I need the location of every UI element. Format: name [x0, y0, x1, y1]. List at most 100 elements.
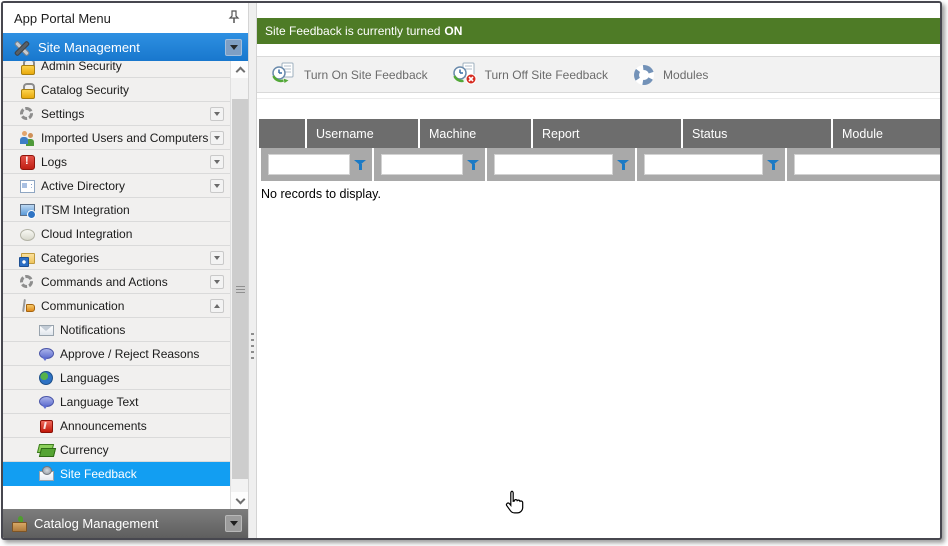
funnel-icon[interactable] — [767, 159, 779, 171]
currency-notes-icon — [38, 442, 54, 458]
globe-icon — [38, 370, 54, 386]
chevron-up-icon[interactable] — [210, 299, 224, 313]
modules-button[interactable]: Modules — [628, 61, 712, 89]
username-filter-input[interactable] — [268, 154, 350, 175]
funnel-icon[interactable] — [617, 159, 629, 171]
sidebar-item-approve-reject-reasons[interactable]: Approve / Reject Reasons — [3, 342, 230, 366]
sidebar-item-label: Notifications — [60, 323, 125, 337]
sidebar-item-label: Cloud Integration — [41, 227, 132, 241]
chevron-down-icon[interactable] — [210, 107, 224, 121]
scroll-down-button[interactable] — [231, 492, 248, 509]
sidebar-item-cloud-integration[interactable]: Cloud Integration — [3, 222, 230, 246]
turn-on-site-feedback-button[interactable]: Turn On Site Feedback — [267, 59, 432, 90]
column-header-machine[interactable]: Machine — [420, 119, 531, 148]
empty-grid-message: No records to display. — [261, 187, 381, 201]
status-filter-input[interactable] — [644, 154, 763, 175]
sidebar-item-communication[interactable]: Communication — [3, 294, 230, 318]
funnel-icon[interactable] — [354, 159, 366, 171]
sidebar-item-site-feedback[interactable]: Site Feedback — [3, 462, 230, 486]
tools-icon — [11, 38, 31, 56]
gear-icon — [19, 274, 35, 290]
chevron-down-icon[interactable] — [210, 131, 224, 145]
toolbar-button-label: Turn On Site Feedback — [304, 68, 428, 82]
column-header-module[interactable]: Module — [833, 119, 940, 148]
feedback-on-icon — [271, 61, 297, 88]
module-filter-input[interactable] — [794, 154, 942, 175]
sidebar-item-label: Logs — [41, 155, 67, 169]
splitter-grip-icon — [251, 333, 254, 359]
log-alert-icon — [19, 154, 35, 170]
scrollbar-thumb[interactable] — [232, 99, 248, 479]
sidebar-item-language-text[interactable]: Language Text — [3, 390, 230, 414]
chevron-down-icon[interactable] — [210, 155, 224, 169]
sidebar-item-settings[interactable]: Settings — [3, 102, 230, 126]
sidebar-item-label: Catalog Security — [41, 83, 129, 97]
report-filter-input[interactable] — [494, 154, 613, 175]
chevron-down-icon[interactable] — [210, 251, 224, 265]
column-header-username[interactable]: Username — [307, 119, 418, 148]
sidebar-item-label: Currency — [60, 443, 109, 457]
toolbar-button-label: Modules — [663, 68, 708, 82]
sidebar-item-label: Language Text — [60, 395, 139, 409]
chevron-down-icon[interactable] — [225, 515, 242, 532]
turn-off-site-feedback-button[interactable]: Turn Off Site Feedback — [448, 59, 612, 90]
gear-icon — [632, 63, 656, 87]
funnel-icon[interactable] — [467, 159, 479, 171]
mail-feedback-icon — [38, 466, 54, 482]
sidebar-title: App Portal Menu — [14, 11, 228, 26]
column-header-status[interactable]: Status — [683, 119, 831, 148]
sidebar-item-label: Approve / Reject Reasons — [60, 347, 199, 361]
filter-cell-module — [787, 148, 942, 181]
scroll-up-button[interactable] — [231, 61, 248, 78]
chevron-down-icon[interactable] — [210, 275, 224, 289]
sidebar-item-imported-users-and-computers[interactable]: Imported Users and Computers — [3, 126, 230, 150]
sidebar-item-itsm-integration[interactable]: ITSM Integration — [3, 198, 230, 222]
sidebar-item-categories[interactable]: Categories — [3, 246, 230, 270]
sidebar: App Portal Menu Site Management Admin Se… — [3, 3, 248, 538]
sidebar-item-catalog-security[interactable]: Catalog Security — [3, 78, 230, 102]
pin-icon[interactable] — [228, 10, 240, 27]
status-banner: Site Feedback is currently turned ON — [257, 18, 940, 44]
sidebar-item-label: Languages — [60, 371, 119, 385]
filter-cell-status — [637, 148, 785, 181]
filter-cell-report — [487, 148, 635, 181]
grid-filter-row — [259, 148, 940, 181]
sidebar-item-notifications[interactable]: Notifications — [3, 318, 230, 342]
sidebar-item-announcements[interactable]: Announcements — [3, 414, 230, 438]
sidebar-item-label: Announcements — [60, 419, 147, 433]
chevron-up-icon — [235, 67, 245, 77]
sidebar-item-currency[interactable]: Currency — [3, 438, 230, 462]
contact-card-icon — [19, 178, 35, 194]
gear-icon — [19, 106, 35, 122]
app-window: App Portal Menu Site Management Admin Se… — [1, 1, 942, 540]
sidebar-item-label: Active Directory — [41, 179, 125, 193]
speech-bubble-icon — [38, 394, 54, 410]
chevron-down-icon — [235, 494, 245, 504]
group-label: Site Management — [38, 40, 248, 55]
chevron-down-icon[interactable] — [225, 39, 242, 56]
lock-icon — [19, 61, 35, 74]
column-header-report[interactable]: Report — [533, 119, 681, 148]
group-header-catalog-management[interactable]: Catalog Management — [3, 509, 248, 538]
sidebar-item-languages[interactable]: Languages — [3, 366, 230, 390]
sidebar-item-commands-and-actions[interactable]: Commands and Actions — [3, 270, 230, 294]
sidebar-header: App Portal Menu — [3, 3, 248, 33]
sidebar-item-label: Communication — [41, 299, 124, 313]
users-icon — [19, 130, 35, 146]
group-header-site-management[interactable]: Site Management — [3, 33, 248, 61]
filter-cell-machine — [374, 148, 485, 181]
chevron-down-icon[interactable] — [210, 179, 224, 193]
sidebar-item-admin-security[interactable]: Admin Security — [3, 61, 230, 78]
panel-splitter[interactable] — [248, 3, 256, 538]
machine-filter-input[interactable] — [381, 154, 463, 175]
folder-gear-icon — [19, 250, 35, 266]
sidebar-item-logs[interactable]: Logs — [3, 150, 230, 174]
sidebar-scrollbar[interactable] — [230, 61, 248, 509]
cloud-icon — [19, 226, 35, 242]
row-indicator-header — [259, 119, 305, 148]
toolbar: Turn On Site Feedback — [257, 56, 940, 93]
status-banner-text: Site Feedback is currently turned — [265, 24, 440, 38]
sidebar-item-label: Site Feedback — [60, 467, 137, 481]
sidebar-item-active-directory[interactable]: Active Directory — [3, 174, 230, 198]
toolbar-separator — [257, 98, 940, 99]
